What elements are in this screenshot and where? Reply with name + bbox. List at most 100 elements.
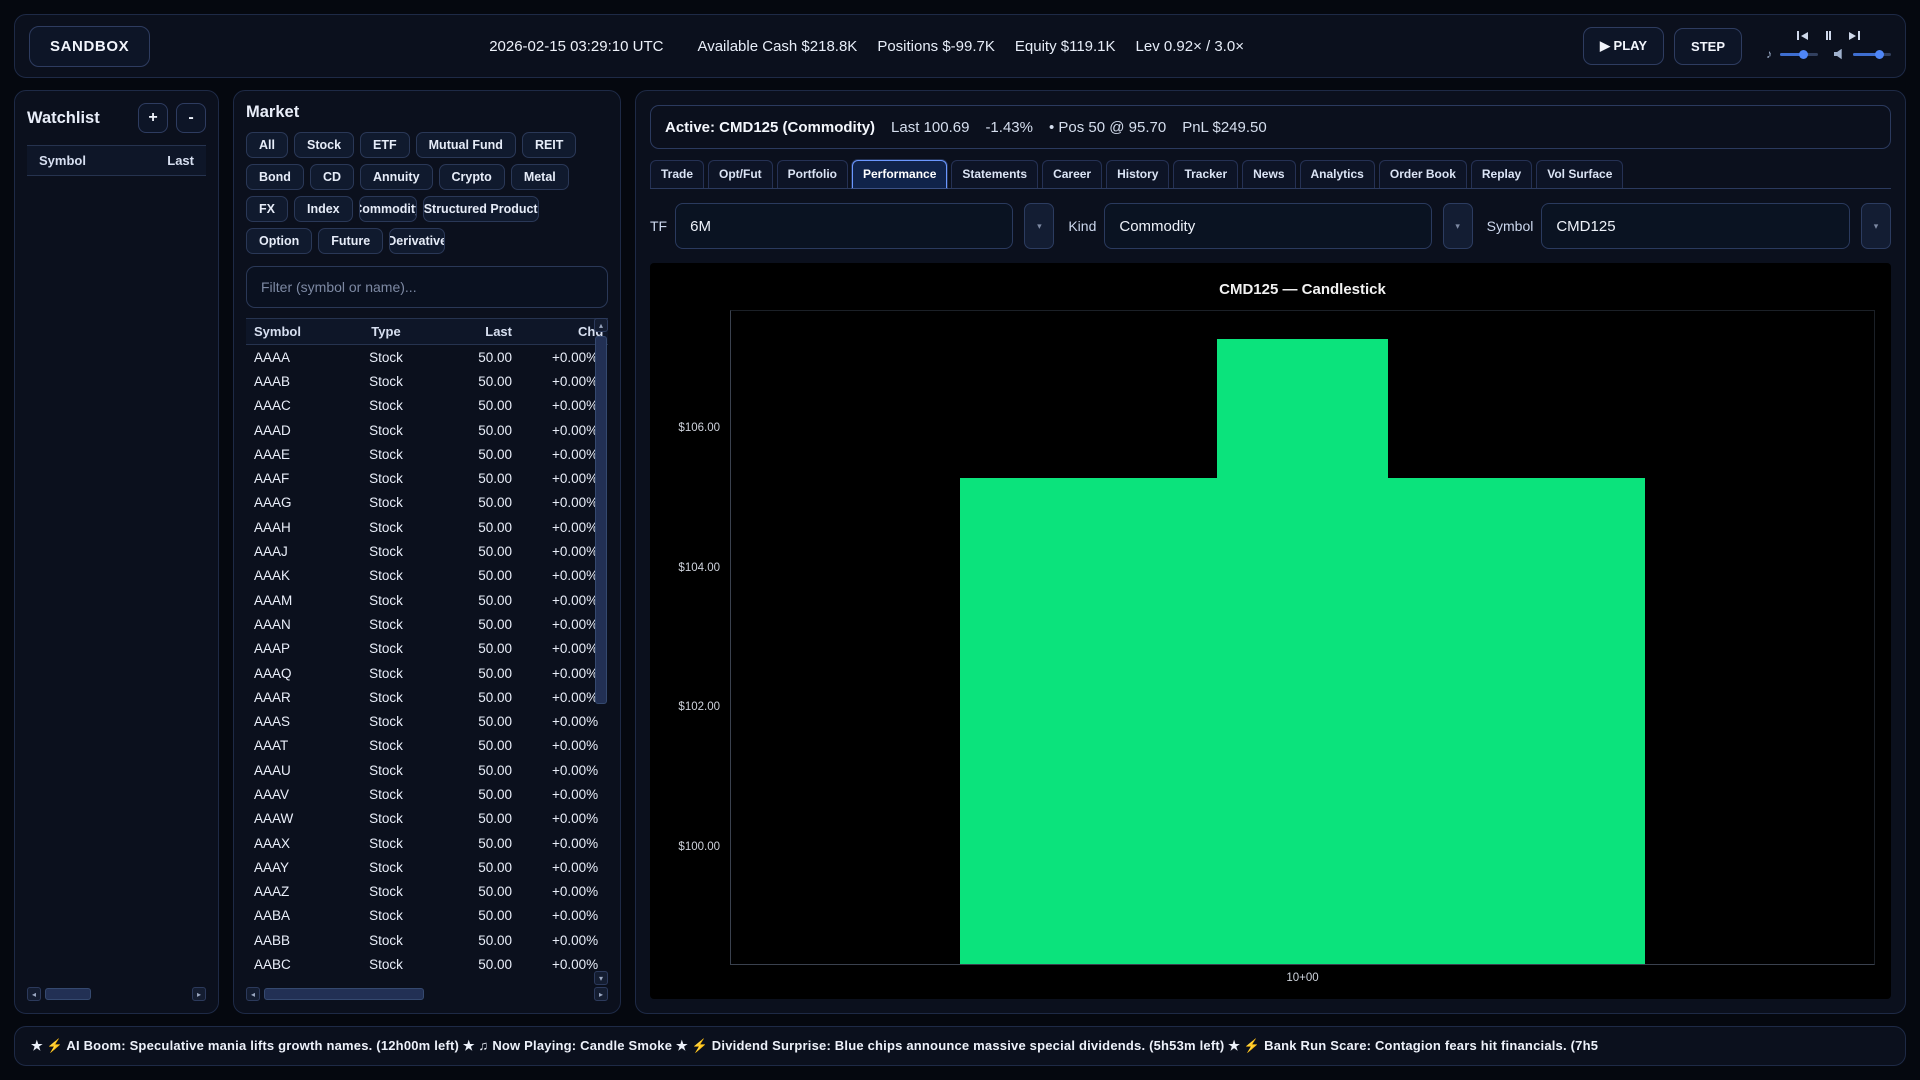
chip-reit[interactable]: REIT: [522, 132, 576, 158]
table-row[interactable]: AAAPStock50.00+0.00%: [246, 637, 608, 661]
table-row[interactable]: AAAXStock50.00+0.00%: [246, 831, 608, 855]
tab-statements[interactable]: Statements: [951, 160, 1038, 188]
tf-select[interactable]: 6M: [675, 203, 1013, 249]
chip-derivative[interactable]: Derivative: [389, 228, 445, 254]
table-row[interactable]: AABCStock50.00+0.00%: [246, 952, 608, 976]
market-vscrollbar[interactable]: ▴ ▾: [594, 318, 608, 985]
chip-commodity[interactable]: Commodity: [359, 196, 417, 222]
cell-symbol: AAAH: [246, 520, 346, 535]
play-button[interactable]: ▶ PLAY: [1583, 27, 1664, 65]
market-filter-chips: AllStockETFMutual FundREITBondCDAnnuityC…: [246, 132, 608, 254]
candle-body: [960, 478, 1646, 964]
table-row[interactable]: AAARStock50.00+0.00%: [246, 685, 608, 709]
chip-mutual-fund[interactable]: Mutual Fund: [416, 132, 516, 158]
chip-stock[interactable]: Stock: [294, 132, 354, 158]
table-row[interactable]: AAACStock50.00+0.00%: [246, 394, 608, 418]
watchlist-add-button[interactable]: +: [138, 103, 168, 133]
table-row[interactable]: AAADStock50.00+0.00%: [246, 418, 608, 442]
table-row[interactable]: AAAWStock50.00+0.00%: [246, 807, 608, 831]
table-row[interactable]: AAAEStock50.00+0.00%: [246, 442, 608, 466]
table-row[interactable]: AAAZStock50.00+0.00%: [246, 880, 608, 904]
scroll-left-icon[interactable]: ◂: [246, 987, 260, 1001]
table-row[interactable]: AAAVStock50.00+0.00%: [246, 782, 608, 806]
scroll-right-icon[interactable]: ▸: [192, 987, 206, 1001]
symbol-select[interactable]: CMD125: [1541, 203, 1850, 249]
table-row[interactable]: AAAYStock50.00+0.00%: [246, 855, 608, 879]
chip-index[interactable]: Index: [294, 196, 353, 222]
tab-performance[interactable]: Performance: [852, 160, 947, 188]
tab-order-book[interactable]: Order Book: [1379, 160, 1467, 188]
scroll-left-icon[interactable]: ◂: [27, 987, 41, 1001]
active-pnl: PnL $249.50: [1182, 119, 1267, 136]
table-row[interactable]: AAAUStock50.00+0.00%: [246, 758, 608, 782]
kind-select[interactable]: Commodity: [1104, 203, 1431, 249]
chip-annuity[interactable]: Annuity: [360, 164, 433, 190]
watchlist-header: Symbol Last: [27, 145, 206, 176]
scroll-down-icon[interactable]: ▾: [594, 971, 608, 985]
chip-all[interactable]: All: [246, 132, 288, 158]
tab-career[interactable]: Career: [1042, 160, 1102, 188]
table-row[interactable]: AAAHStock50.00+0.00%: [246, 515, 608, 539]
cell-symbol: AAAY: [246, 860, 346, 875]
skip-back-icon[interactable]: [1797, 31, 1808, 40]
status-strip: 2026-02-15 03:29:10 UTC Available Cash $…: [164, 38, 1569, 55]
tf-dropdown-button[interactable]: ▾: [1024, 203, 1054, 249]
market-col-type: Type: [346, 324, 426, 339]
table-row[interactable]: AAABStock50.00+0.00%: [246, 369, 608, 393]
table-row[interactable]: AAATStock50.00+0.00%: [246, 734, 608, 758]
table-row[interactable]: AAASStock50.00+0.00%: [246, 709, 608, 733]
chip-metal[interactable]: Metal: [511, 164, 569, 190]
table-row[interactable]: AAAJStock50.00+0.00%: [246, 539, 608, 563]
cell-type: Stock: [346, 471, 426, 486]
cell-type: Stock: [346, 957, 426, 972]
skip-forward-icon[interactable]: [1849, 31, 1860, 40]
chip-option[interactable]: Option: [246, 228, 312, 254]
cell-type: Stock: [346, 568, 426, 583]
tab-tracker[interactable]: Tracker: [1173, 160, 1238, 188]
tab-news[interactable]: News: [1242, 160, 1295, 188]
table-row[interactable]: AAAFStock50.00+0.00%: [246, 466, 608, 490]
sandbox-logo[interactable]: SANDBOX: [29, 26, 150, 67]
watchlist-remove-button[interactable]: -: [176, 103, 206, 133]
tab-portfolio[interactable]: Portfolio: [777, 160, 848, 188]
chip-cd[interactable]: CD: [310, 164, 354, 190]
chip-crypto[interactable]: Crypto: [439, 164, 505, 190]
scroll-right-icon[interactable]: ▸: [594, 987, 608, 1001]
tab-vol-surface[interactable]: Vol Surface: [1536, 160, 1623, 188]
cell-type: Stock: [346, 544, 426, 559]
market-filter-input[interactable]: [246, 266, 608, 308]
symbol-dropdown-button[interactable]: ▾: [1861, 203, 1891, 249]
sfx-volume-slider[interactable]: [1853, 49, 1891, 59]
chip-structured-product[interactable]: Structured Product: [423, 196, 539, 222]
cell-last: 50.00: [426, 884, 516, 899]
chip-etf[interactable]: ETF: [360, 132, 410, 158]
chip-future[interactable]: Future: [318, 228, 383, 254]
active-instrument-title: Active: CMD125 (Commodity): [665, 119, 875, 136]
table-row[interactable]: AAAAStock50.00+0.00%: [246, 345, 608, 369]
kind-dropdown-button[interactable]: ▾: [1443, 203, 1473, 249]
stat-available-cash: Available Cash $218.8K: [697, 38, 857, 55]
watchlist-hscrollbar[interactable]: ◂ ▸: [27, 987, 206, 1001]
table-row[interactable]: AAAMStock50.00+0.00%: [246, 588, 608, 612]
cell-type: Stock: [346, 374, 426, 389]
tab-replay[interactable]: Replay: [1471, 160, 1532, 188]
table-row[interactable]: AAAKStock50.00+0.00%: [246, 564, 608, 588]
cell-last: 50.00: [426, 738, 516, 753]
table-row[interactable]: AAANStock50.00+0.00%: [246, 612, 608, 636]
tab-trade[interactable]: Trade: [650, 160, 704, 188]
tab-analytics[interactable]: Analytics: [1300, 160, 1375, 188]
chip-bond[interactable]: Bond: [246, 164, 304, 190]
table-row[interactable]: AAAGStock50.00+0.00%: [246, 491, 608, 515]
table-row[interactable]: AABBStock50.00+0.00%: [246, 928, 608, 952]
scroll-up-icon[interactable]: ▴: [594, 318, 608, 332]
cell-last: 50.00: [426, 860, 516, 875]
pause-icon[interactable]: [1826, 31, 1832, 40]
market-hscrollbar[interactable]: ◂ ▸: [246, 987, 608, 1001]
tab-opt-fut[interactable]: Opt/Fut: [708, 160, 773, 188]
tab-history[interactable]: History: [1106, 160, 1169, 188]
chip-fx[interactable]: FX: [246, 196, 288, 222]
music-volume-slider[interactable]: [1780, 49, 1818, 59]
table-row[interactable]: AABAStock50.00+0.00%: [246, 904, 608, 928]
step-button[interactable]: STEP: [1674, 28, 1742, 65]
table-row[interactable]: AAAQStock50.00+0.00%: [246, 661, 608, 685]
